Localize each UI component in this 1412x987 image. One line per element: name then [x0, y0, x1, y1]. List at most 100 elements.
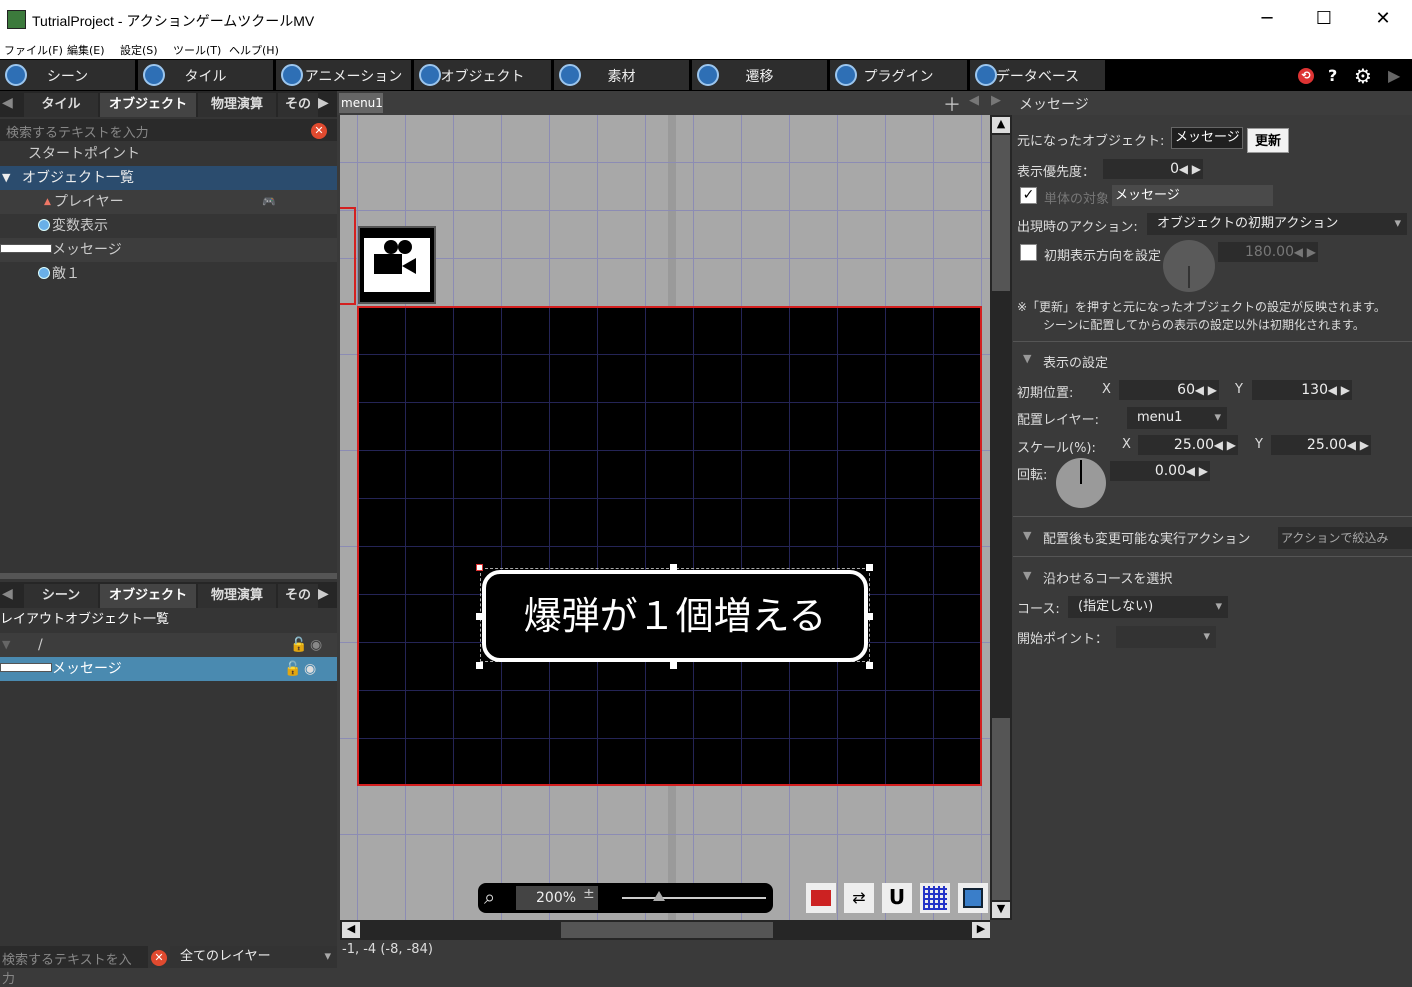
add-tab-icon[interactable]: ＋ — [943, 91, 961, 117]
zoom-stepper[interactable]: ± — [583, 886, 595, 902]
tab-left-arrow-icon[interactable]: ◀ — [2, 95, 13, 111]
toolbar-database-button[interactable]: データベース — [970, 60, 1106, 90]
tab-left-arrow-icon[interactable]: ◀ — [2, 586, 13, 602]
list-item-player[interactable]: ▲ プレイヤー 🎮 — [0, 190, 337, 214]
eye-icon[interactable]: ◉ — [304, 657, 316, 681]
toolbar-animation-button[interactable]: アニメーション — [276, 60, 412, 90]
stepper-arrows-icon[interactable]: ◀ ▶ — [1214, 435, 1236, 455]
position-x-field[interactable]: 60 ◀ ▶ — [1119, 380, 1219, 400]
magnifier-icon[interactable]: ⌕ — [484, 885, 495, 909]
clear-layer-search-icon[interactable]: ✕ — [151, 950, 167, 966]
course-select[interactable]: (指定しない) — [1068, 596, 1228, 618]
list-item-start-point[interactable]: スタートポイント — [0, 142, 337, 166]
undo-icon[interactable]: ⟲ — [1298, 68, 1314, 84]
maximize-button[interactable]: ☐ — [1309, 8, 1339, 32]
map-icon[interactable] — [958, 883, 988, 913]
minimize-button[interactable]: ─ — [1252, 8, 1282, 32]
close-button[interactable]: ✕ — [1368, 8, 1398, 32]
start-point-select[interactable] — [1116, 626, 1216, 648]
layout-item-message[interactable]: メッセージ 🔓 ◉ — [0, 657, 337, 681]
stepper-arrows-icon[interactable]: ◀ ▶ — [1328, 380, 1350, 400]
position-y-field[interactable]: 130 ◀ ▶ — [1252, 380, 1352, 400]
gear-icon[interactable]: ⚙ — [1354, 64, 1372, 88]
left-panel-splitter[interactable] — [0, 573, 337, 579]
zoom-slider[interactable] — [622, 897, 766, 899]
single-target-field[interactable]: メッセージ — [1112, 185, 1273, 206]
tab-right-arrow-icon[interactable]: ▶ — [318, 586, 329, 602]
object-search-input[interactable]: 検索するテキストを入力 — [0, 119, 337, 141]
rotation-field[interactable]: 0.00 ◀ ▶ — [1110, 461, 1210, 481]
zoom-slider-thumb[interactable] — [653, 891, 665, 901]
priority-field[interactable]: 0 ◀ ▶ — [1103, 159, 1203, 179]
toolbar-transition-button[interactable]: 遷移 — [692, 60, 828, 90]
menu-help[interactable]: ヘルプ(H) — [229, 42, 279, 58]
tab-other[interactable]: その — [278, 584, 318, 608]
camera-object[interactable] — [358, 226, 436, 304]
toolbar-plugin-button[interactable]: プラグイン — [830, 60, 968, 90]
menu-file[interactable]: ファイル(F) — [4, 42, 63, 58]
stepper-arrows-icon[interactable]: ◀ ▶ — [1179, 159, 1201, 179]
swap-tool-icon[interactable]: ⇄ — [844, 883, 874, 913]
direction-field[interactable]: 180.00 ◀ ▶ — [1218, 242, 1318, 262]
tab-object[interactable]: オブジェクト — [100, 584, 196, 608]
menu-tools[interactable]: ツール(T) — [173, 42, 221, 58]
toolbar-assets-button[interactable]: 素材 — [554, 60, 690, 90]
appear-action-select[interactable]: オブジェクトの初期アクション — [1147, 213, 1407, 235]
expand-icon[interactable]: ▼ — [2, 166, 10, 190]
layer-select[interactable]: 全てのレイヤー — [170, 946, 337, 968]
play-icon[interactable]: ▶ — [1388, 66, 1400, 85]
layer-select[interactable]: menu1 — [1127, 407, 1227, 429]
display-collapse-icon[interactable]: ▼ — [1023, 352, 1031, 365]
toolbar-tile-button[interactable]: タイル — [138, 60, 274, 90]
horizontal-scrollbar[interactable]: ◀ ▶ — [340, 920, 990, 940]
list-item-object-list[interactable]: ▼ オブジェクト一覧 — [0, 166, 337, 190]
tab-object[interactable]: オブジェクト — [100, 93, 196, 117]
stepper-arrows-icon[interactable]: ◀ ▶ — [1186, 461, 1208, 481]
lock-icon[interactable]: 🔓 — [284, 657, 301, 681]
direction-dial[interactable] — [1163, 240, 1215, 292]
actions-filter-input[interactable]: アクションで絞込み — [1278, 527, 1412, 549]
grid-toggle-icon[interactable] — [920, 883, 950, 913]
menu-settings[interactable]: 設定(S) — [120, 42, 158, 58]
single-target-checkbox[interactable]: ✓ — [1020, 187, 1037, 204]
scale-x-field[interactable]: 25.00 ◀ ▶ — [1138, 435, 1238, 455]
collapse-icon[interactable]: ▼ — [2, 633, 10, 657]
tab-right-arrow-icon[interactable]: ▶ — [318, 95, 329, 111]
list-item-variable-display[interactable]: 変数表示 — [0, 214, 337, 238]
actions-collapse-icon[interactable]: ▼ — [1023, 529, 1031, 542]
paint-tool-icon[interactable] — [806, 883, 836, 913]
menu-edit[interactable]: 編集(E) — [67, 42, 105, 58]
tab-tile[interactable]: タイル — [24, 93, 98, 117]
tab-prev-icon[interactable]: ◀ — [969, 93, 979, 108]
magnet-icon[interactable]: U — [882, 883, 912, 913]
tab-scene[interactable]: シーン — [24, 584, 98, 608]
message-layout-area[interactable]: 爆弾が１個増える — [357, 306, 982, 786]
layout-item-root[interactable]: ▼ / 🔓 ◉ — [0, 633, 337, 657]
tab-other[interactable]: その — [278, 93, 318, 117]
tab-next-icon[interactable]: ▶ — [991, 93, 1001, 108]
eye-icon[interactable]: ◉ — [310, 633, 322, 657]
stepper-arrows-icon[interactable]: ◀ ▶ — [1347, 435, 1369, 455]
list-item-message[interactable]: メッセージ — [0, 238, 337, 262]
course-collapse-icon[interactable]: ▼ — [1023, 569, 1031, 582]
layer-search-input[interactable]: 検索するテキストを入力 — [0, 946, 148, 987]
tab-physics[interactable]: 物理演算 — [198, 584, 276, 608]
vertical-scrollbar[interactable]: ▲ ▼ — [990, 115, 1012, 920]
tab-physics[interactable]: 物理演算 — [198, 93, 276, 117]
stepper-arrows-icon[interactable]: ◀ ▶ — [1294, 242, 1316, 262]
message-text[interactable]: 爆弾が１個増える — [482, 570, 868, 662]
toolbar-scene-button[interactable]: シーン — [0, 60, 136, 90]
rotation-dial[interactable] — [1056, 458, 1106, 508]
update-button[interactable]: 更新 — [1247, 128, 1289, 153]
scale-y-field[interactable]: 25.00 ◀ ▶ — [1271, 435, 1371, 455]
stepper-arrows-icon[interactable]: ◀ ▶ — [1195, 380, 1217, 400]
clear-search-icon[interactable]: ✕ — [311, 123, 327, 139]
gamepad-icon: 🎮 — [262, 195, 276, 208]
tab-menu1[interactable]: menu1 — [339, 93, 383, 113]
lock-icon[interactable]: 🔓 — [290, 633, 307, 657]
list-item-enemy1[interactable]: 敵１ — [0, 262, 337, 286]
initial-direction-checkbox[interactable] — [1020, 244, 1037, 261]
help-icon[interactable]: ? — [1328, 66, 1337, 85]
toolbar-object-button[interactable]: オブジェクト — [414, 60, 552, 90]
origin-object-value[interactable]: メッセージ — [1171, 127, 1243, 149]
